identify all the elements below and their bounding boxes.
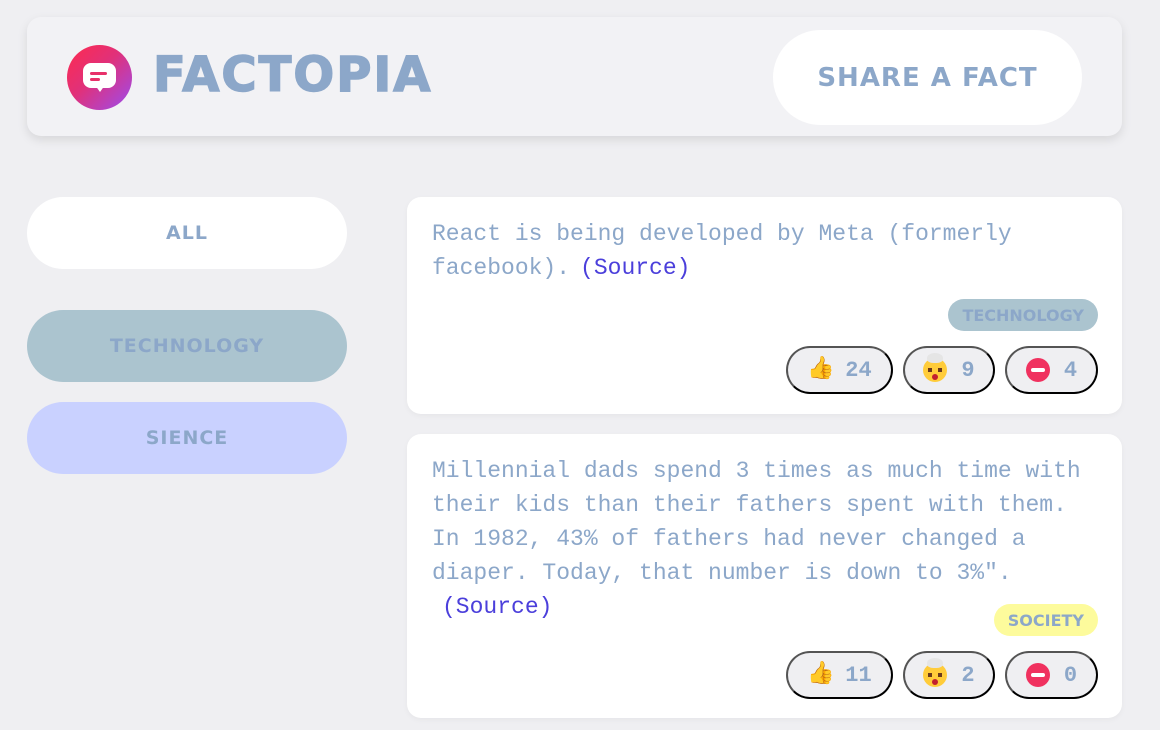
vote-false-button[interactable]: 0 bbox=[1005, 651, 1098, 699]
vote-interesting-button[interactable]: 👍 24 bbox=[786, 346, 893, 394]
thumbs-up-icon: 👍 bbox=[807, 357, 835, 382]
vote-count: 2 bbox=[961, 662, 975, 688]
app-title: FACTOPIA bbox=[152, 46, 433, 104]
vote-mindblowing-button[interactable]: 2 bbox=[903, 651, 995, 699]
category-tag: SOCIETY bbox=[993, 604, 1098, 636]
no-entry-icon bbox=[1025, 358, 1050, 382]
category-all-button[interactable]: ALL bbox=[27, 197, 347, 269]
thumbs-up-icon: 👍 bbox=[807, 662, 835, 687]
vote-mindblowing-button[interactable]: 9 bbox=[903, 346, 995, 394]
fact-text-body: Millennial dads spend 3 times as much ti… bbox=[432, 458, 1081, 586]
mind-blown-icon bbox=[923, 658, 948, 687]
app-header: FACTOPIA SHARE A FACT bbox=[27, 17, 1122, 136]
vote-count: 9 bbox=[961, 357, 975, 383]
category-technology-button[interactable]: TECHNOLOGY bbox=[27, 310, 347, 382]
vote-false-button[interactable]: 4 bbox=[1005, 346, 1098, 394]
fact-card: Millennial dads spend 3 times as much ti… bbox=[407, 434, 1122, 718]
fact-text-body: React is being developed by Meta (former… bbox=[432, 221, 1012, 281]
vote-count: 0 bbox=[1063, 662, 1078, 688]
source-link[interactable]: (Source) bbox=[442, 594, 552, 620]
mind-blown-icon bbox=[923, 353, 948, 382]
vote-count: 11 bbox=[845, 662, 872, 688]
speech-bubble-icon bbox=[67, 45, 132, 110]
vote-count: 4 bbox=[1063, 357, 1078, 383]
fact-card: React is being developed by Meta (former… bbox=[407, 197, 1122, 414]
fact-text: React is being developed by Meta (former… bbox=[432, 217, 1107, 285]
no-entry-icon bbox=[1025, 663, 1050, 687]
share-fact-button[interactable]: SHARE A FACT bbox=[773, 30, 1082, 125]
vote-buttons: 👍 11 2 0 bbox=[786, 651, 1098, 699]
vote-interesting-button[interactable]: 👍 11 bbox=[786, 651, 893, 699]
vote-buttons: 👍 24 9 4 bbox=[786, 346, 1098, 394]
source-link[interactable]: (Source) bbox=[580, 255, 690, 281]
fact-text: Millennial dads spend 3 times as much ti… bbox=[432, 454, 1107, 624]
category-tag: TECHNOLOGY bbox=[948, 299, 1098, 331]
category-science-button[interactable]: SIENCE bbox=[27, 402, 347, 474]
vote-count: 24 bbox=[845, 357, 872, 383]
